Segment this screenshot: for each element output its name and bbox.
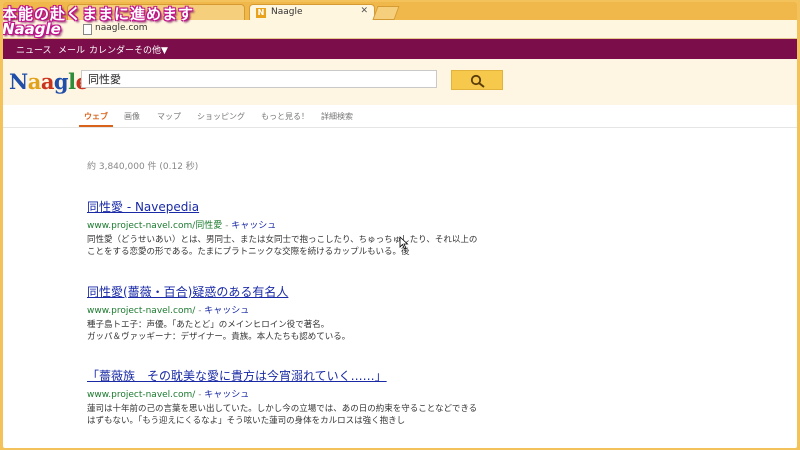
result-title-link[interactable]: 同性愛(薔薇・百合)疑惑のある有名人 [87, 283, 487, 300]
result-url-line: www.project-navel.com/同性愛 - キャッシュ [87, 218, 487, 231]
tab-more[interactable]: もっと見る！ [261, 111, 309, 122]
address-url[interactable]: naagle.com [95, 23, 148, 33]
tab-maps[interactable]: マップ [157, 111, 181, 122]
topnav-calendar[interactable]: カレンダー [89, 43, 134, 56]
browser-window: N Naagle ✕ naagle.com 本能の赴くままに進めます Naagl… [3, 2, 797, 448]
tab-web[interactable]: ウェブ [84, 111, 108, 122]
result-snippet: ガッパ＆ヴァッギーナ：デザイナー。貴族。本人たちも認めている。 [87, 332, 351, 342]
logo-letter: a [27, 69, 42, 94]
result-snippet: 蓮司は十年前の己の言葉を思い出していた。しかし今の立場では、あの日の約束を守るこ… [87, 404, 478, 426]
search-result: 「薔薇族 その耽美な愛に貴方は今宵溺れていく……」 www.project-na… [87, 367, 487, 427]
top-nav: ニュース メール カレンダー その他▼ [3, 39, 797, 59]
logo-letter: N [9, 69, 28, 94]
search-button[interactable] [451, 70, 503, 90]
overlay-subtitle: Naagle [3, 20, 61, 38]
naagle-favicon-icon: N [256, 8, 266, 18]
logo-letter: g [53, 69, 69, 94]
active-tab-indicator [79, 125, 113, 127]
tab-images[interactable]: 画像 [124, 111, 140, 122]
mouse-cursor-icon [399, 236, 409, 250]
result-stats: 約 3,840,000 件 (0.12 秒) [87, 162, 199, 172]
result-url-line: www.project-navel.com/ - キャッシュ [87, 387, 487, 400]
topnav-news[interactable]: ニュース [16, 43, 52, 56]
topnav-mail[interactable]: メール [58, 43, 85, 56]
page-icon [83, 24, 92, 35]
result-title-link[interactable]: 「薔薇族 その耽美な愛に貴方は今宵溺れていく……」 [87, 367, 487, 384]
search-input[interactable]: 同性愛 [81, 70, 437, 88]
result-snippet: 同性愛（どうせいあい）とは、男同士、または女同士で抱っこしたり、ちゅっちゅしたり… [87, 235, 478, 257]
tab-shopping[interactable]: ショッピング [197, 111, 245, 122]
tab-advanced-search[interactable]: 詳細検索 [321, 111, 353, 122]
result-url: www.project-navel.com/同性愛 [87, 221, 223, 231]
close-tab-icon[interactable]: ✕ [360, 6, 368, 16]
search-result: 同性愛(薔薇・百合)疑惑のある有名人 www.project-navel.com… [87, 283, 487, 343]
cache-link[interactable]: キャッシュ [231, 221, 276, 231]
search-icon [470, 74, 485, 88]
browser-tab-naagle[interactable]: N Naagle ✕ [249, 4, 375, 21]
search-type-tabs: ウェブ 画像 マップ ショッピング もっと見る！ 詳細検索 [3, 105, 797, 128]
result-url-line: www.project-navel.com/ - キャッシュ [87, 303, 487, 316]
cache-link[interactable]: キャッシュ [204, 306, 249, 316]
result-url: www.project-navel.com/ [87, 390, 196, 400]
result-title-link[interactable]: 同性愛 - Navepedia [87, 198, 487, 215]
new-tab-button[interactable] [372, 6, 400, 20]
naagle-logo: Naagle [9, 69, 89, 94]
logo-letter: a [40, 69, 55, 94]
result-snippet: 種子島トエ子：声優。「あたとど」のメインヒロイン役で著名。 [87, 320, 330, 330]
search-header: Naagle 同性愛 [3, 59, 797, 106]
logo-letter: l [68, 69, 76, 94]
browser-tab-label: Naagle [271, 7, 303, 17]
topnav-more[interactable]: その他▼ [134, 43, 168, 56]
cache-link[interactable]: キャッシュ [204, 390, 249, 400]
result-url: www.project-navel.com/ [87, 306, 196, 316]
search-result: 同性愛 - Navepedia www.project-navel.com/同性… [87, 198, 487, 258]
